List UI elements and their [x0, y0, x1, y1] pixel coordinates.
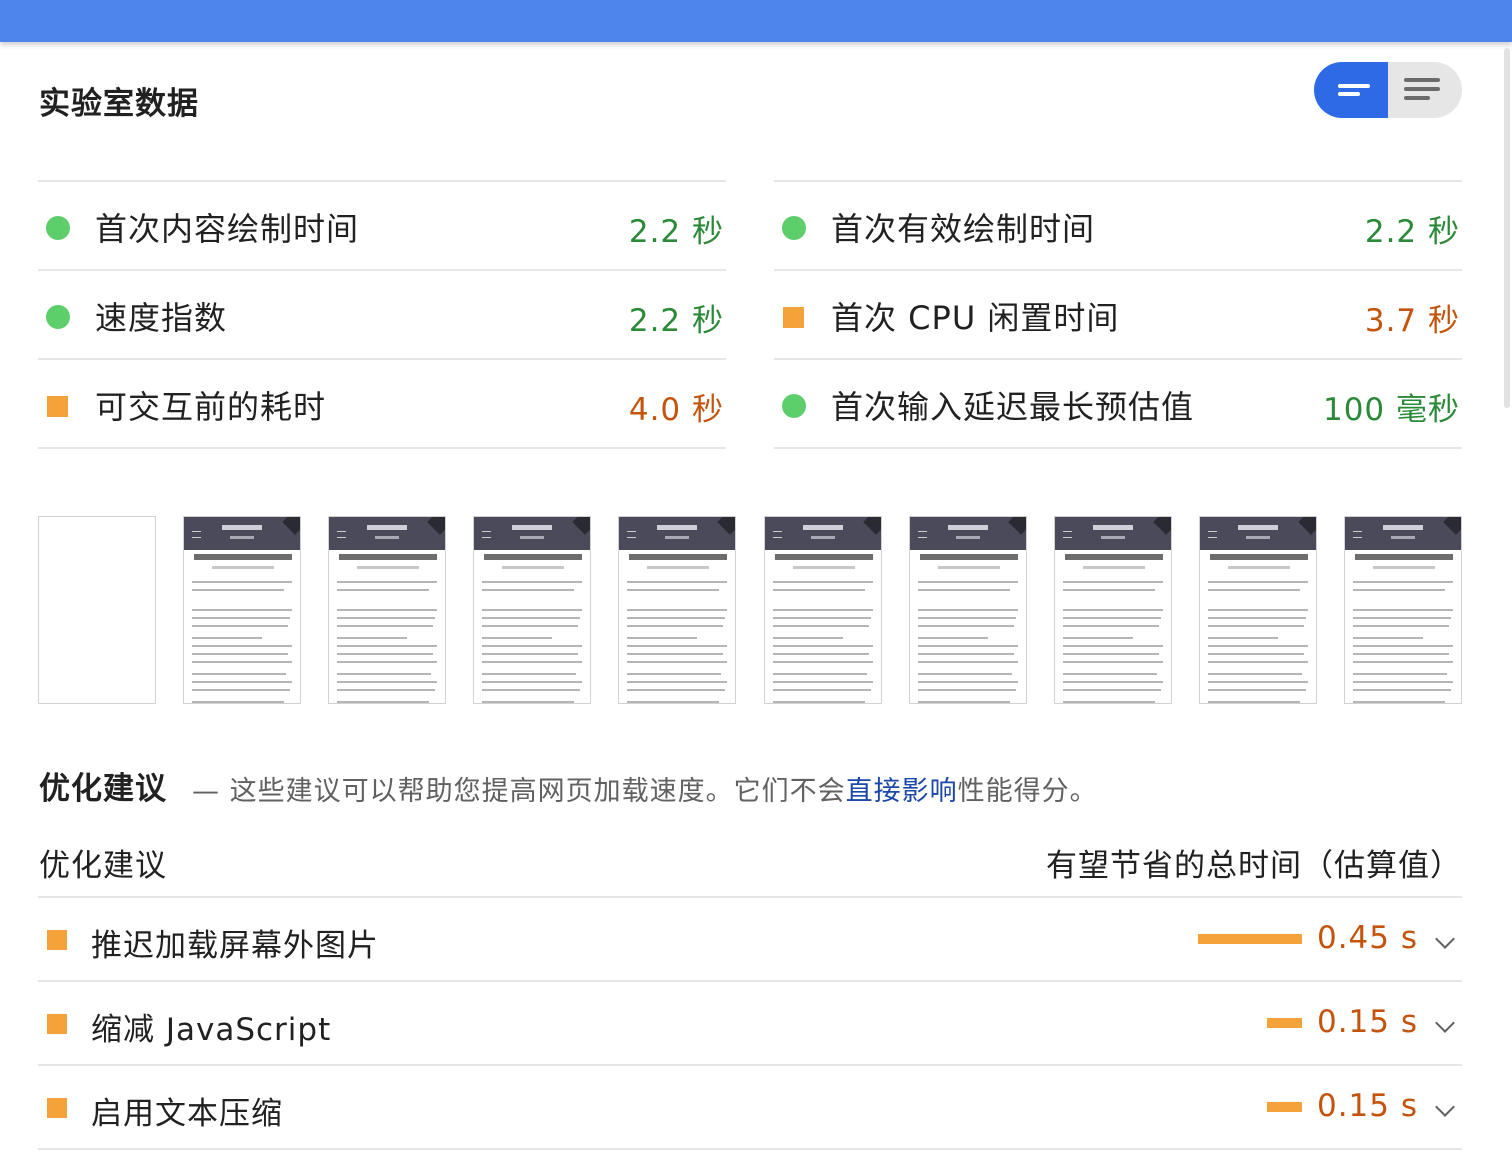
- filmstrip-frame: [764, 516, 882, 704]
- metrics-column-right: 首次有效绘制时间 2.2 秒首次 CPU 闲置时间 3.7 秒首次输入延迟最长预估值…: [774, 180, 1462, 449]
- lab-data-title: 实验室数据: [39, 86, 199, 122]
- pass-circle-icon: [782, 394, 806, 418]
- pass-circle-icon: [782, 216, 806, 240]
- opportunity-row[interactable]: 缩减 JavaScript 0.15 s: [38, 982, 1462, 1066]
- filmstrip: [38, 516, 1462, 706]
- metric-label: 首次内容绘制时间: [95, 210, 360, 248]
- savings-bar: [1267, 1102, 1302, 1112]
- average-square-icon: [47, 396, 68, 417]
- metric-value: 100 毫秒: [1322, 392, 1460, 428]
- savings-value: 0.15 s: [1316, 1004, 1418, 1040]
- opportunities-description: — 这些建议可以帮助您提高网页加载速度。它们不会直接影响性能得分。: [192, 769, 1098, 808]
- metric-row: 首次内容绘制时间 2.2 秒: [38, 180, 726, 269]
- metric-row: 速度指数 2.2 秒: [38, 269, 726, 358]
- metric-row: 首次有效绘制时间 2.2 秒: [774, 180, 1462, 269]
- opportunity-row[interactable]: 推迟加载屏幕外图片 0.45 s: [38, 898, 1462, 982]
- opportunity-label: 推迟加载屏幕外图片: [91, 928, 379, 964]
- average-square-icon: [47, 1098, 67, 1118]
- chevron-down-icon[interactable]: [1435, 929, 1455, 949]
- opportunities-title: 优化建议: [39, 771, 167, 807]
- opportunity-column-header: 优化建议: [39, 848, 167, 884]
- savings-bar: [1267, 1018, 1302, 1028]
- scrollbar[interactable]: [1502, 42, 1512, 414]
- filmstrip-frame: [1199, 516, 1317, 704]
- filmstrip-frame: [618, 516, 736, 704]
- metric-label: 速度指数: [95, 299, 228, 337]
- metric-label: 首次有效绘制时间: [831, 210, 1096, 248]
- savings-value: 0.45 s: [1316, 920, 1418, 956]
- description-link[interactable]: 直接影响: [846, 776, 958, 807]
- pass-circle-icon: [46, 216, 70, 240]
- savings-column-header: 有望节省的总时间（估算值）: [1046, 848, 1462, 884]
- metric-value: 4.0 秒: [628, 392, 724, 428]
- metric-label: 可交互前的耗时: [95, 388, 327, 426]
- average-square-icon: [47, 1014, 67, 1034]
- view-toggle[interactable]: [1314, 62, 1462, 118]
- metrics-column-left: 首次内容绘制时间 2.2 秒速度指数 2.2 秒可交互前的耗时 4.0 秒: [38, 180, 726, 449]
- metric-label: 首次 CPU 闲置时间: [831, 299, 1120, 337]
- metric-value: 2.2 秒: [628, 214, 724, 250]
- top-app-bar: [0, 0, 1512, 42]
- filmstrip-frame: [1344, 516, 1462, 704]
- average-square-icon: [783, 307, 804, 328]
- savings-bar: [1198, 934, 1302, 944]
- chevron-down-icon[interactable]: [1435, 1013, 1455, 1033]
- metric-row: 可交互前的耗时 4.0 秒: [38, 358, 726, 449]
- compact-view-button[interactable]: [1314, 62, 1388, 118]
- filmstrip-frame: [328, 516, 446, 704]
- filmstrip-frame: [1054, 516, 1172, 704]
- opportunity-label: 启用文本压缩: [91, 1096, 283, 1132]
- filmstrip-frame: [473, 516, 591, 704]
- chevron-down-icon[interactable]: [1435, 1097, 1455, 1117]
- average-square-icon: [47, 930, 67, 950]
- opportunity-label: 缩减 JavaScript: [91, 1012, 332, 1048]
- opportunity-row[interactable]: 启用文本压缩 0.15 s: [38, 1066, 1462, 1150]
- metric-row: 首次 CPU 闲置时间 3.7 秒: [774, 269, 1462, 358]
- metric-value: 3.7 秒: [1364, 303, 1460, 339]
- scrollbar-thumb[interactable]: [1504, 48, 1510, 408]
- list-view-button[interactable]: [1388, 62, 1462, 118]
- description-text-end: 性能得分。: [957, 776, 1098, 807]
- description-text: — 这些建议可以帮助您提高网页加载速度。它们不会: [192, 776, 846, 807]
- filmstrip-frame: [38, 516, 156, 704]
- metric-label: 首次输入延迟最长预估值: [831, 388, 1195, 426]
- filmstrip-frame: [909, 516, 1027, 704]
- metric-value: 2.2 秒: [1364, 214, 1460, 250]
- metric-value: 2.2 秒: [628, 303, 724, 339]
- metric-row: 首次输入延迟最长预估值 100 毫秒: [774, 358, 1462, 449]
- pass-circle-icon: [46, 305, 70, 329]
- savings-value: 0.15 s: [1316, 1088, 1418, 1124]
- filmstrip-frame: [183, 516, 301, 704]
